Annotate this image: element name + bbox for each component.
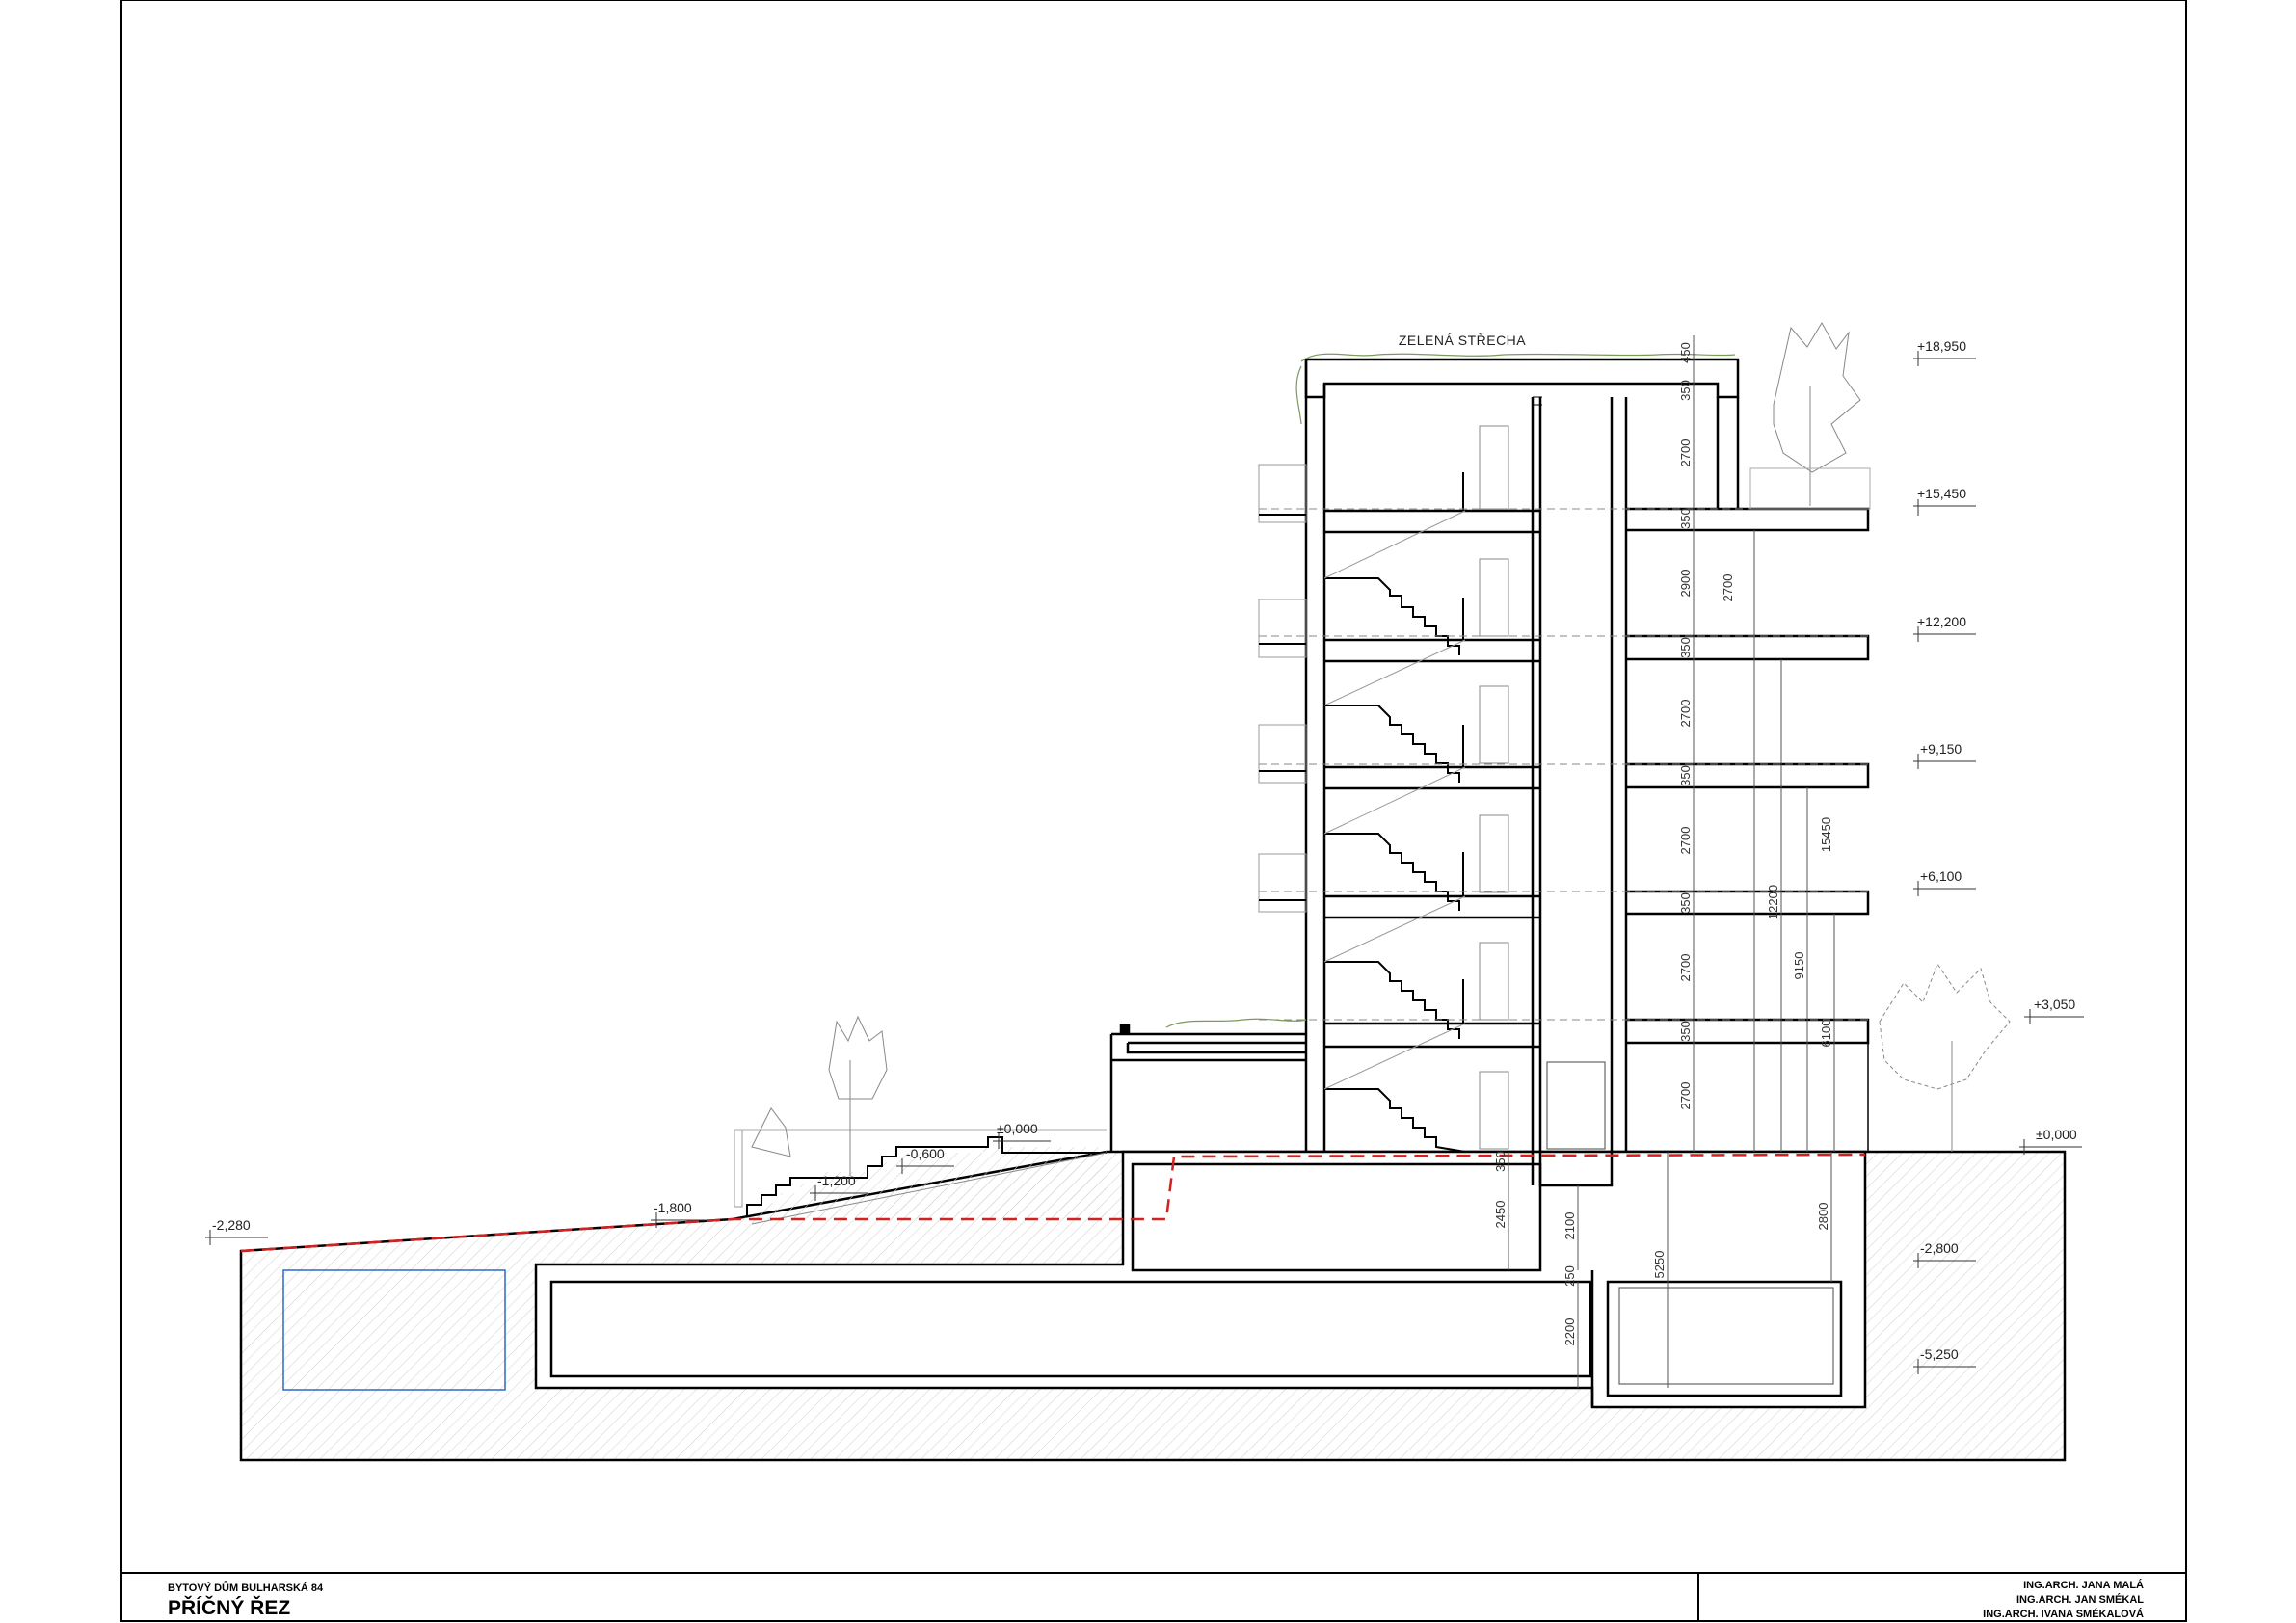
slab-9150 <box>1626 762 1870 789</box>
level-l6100: +6,100 <box>1920 868 1962 884</box>
dim-d20: 5250 <box>1652 1251 1667 1279</box>
tree-right <box>1879 962 2011 1152</box>
level-lm2800: -2,800 <box>1920 1240 1959 1256</box>
level-l3050: +3,050 <box>2034 997 2075 1012</box>
low-wing <box>1109 1032 1306 1152</box>
dim-d24: 9150 <box>1792 952 1806 980</box>
drawing-title: PŘÍČNÝ ŘEZ <box>168 1596 290 1619</box>
level-l0-left: ±0,000 <box>997 1121 1038 1136</box>
retaining-wall <box>734 1129 743 1208</box>
dim-d14: 2700 <box>1678 1082 1693 1110</box>
dim-d8: 2700 <box>1678 700 1693 728</box>
dim-d13: 350 <box>1678 1021 1693 1042</box>
slab-15450 <box>1626 507 1870 532</box>
level-l12200: +12,200 <box>1917 614 1966 629</box>
dim-d2: 350 <box>1678 380 1693 401</box>
low-roof-vegetation <box>1165 1018 1307 1028</box>
green-roof-vegetation <box>1295 353 1736 425</box>
roof-label: ZELENÁ STŘECHA <box>1399 333 1526 348</box>
dim-d23: 12200 <box>1766 885 1780 919</box>
dim-d17: 2100 <box>1562 1212 1577 1240</box>
balconies <box>1258 464 1307 913</box>
level-lm0600: -0,600 <box>906 1146 945 1161</box>
level-l18950: +18,950 <box>1917 338 1966 354</box>
level-lm1200: -1,200 <box>817 1173 856 1188</box>
author-3: ING.ARCH. IVANA SMÉKALOVÁ <box>1983 1608 2144 1620</box>
dim-d25: 6100 <box>1819 1020 1833 1048</box>
dashed-floor-lines <box>1259 508 1868 1021</box>
level-l0-right: ±0,000 <box>2036 1127 2077 1142</box>
dim-d10: 2700 <box>1678 827 1693 855</box>
dim-d9: 350 <box>1678 765 1693 786</box>
dim-d21: 2800 <box>1816 1203 1830 1231</box>
lift-door <box>1546 1061 1606 1150</box>
dim-d5: 2900 <box>1678 570 1693 598</box>
dim-d6: 2700 <box>1721 574 1735 602</box>
dim-d19: 2200 <box>1562 1318 1577 1346</box>
tree-left <box>751 1015 888 1176</box>
dim-d4: 350 <box>1678 508 1693 529</box>
section-drawing: ZELENÁ STŘECHA +18,950 +15,450 +12,200 +… <box>120 0 2187 1622</box>
level-l9150: +9,150 <box>1920 741 1962 757</box>
slab-6100 <box>1626 890 1870 916</box>
dim-d7: 350 <box>1678 637 1693 658</box>
level-lm2280: -2,280 <box>212 1217 251 1233</box>
level-lm5250: -5,250 <box>1920 1346 1959 1362</box>
dim-d15: 350 <box>1493 1151 1508 1172</box>
title-block: BYTOVÝ DŮM BULHARSKÁ 84 PŘÍČNÝ ŘEZ ING.A… <box>121 1572 2186 1621</box>
level-l15450: +15,450 <box>1917 486 1966 501</box>
author-2: ING.ARCH. JAN SMÉKAL <box>2016 1593 2144 1606</box>
author-1: ING.ARCH. JANA MALÁ <box>2023 1579 2144 1591</box>
project-name: BYTOVÝ DŮM BULHARSKÁ 84 <box>168 1581 324 1594</box>
roof-parapet <box>1304 358 1740 399</box>
level-lm1800: -1,800 <box>654 1200 692 1215</box>
dim-d12: 2700 <box>1678 954 1693 982</box>
slab-12200 <box>1626 634 1870 661</box>
tree-roof <box>1749 322 1871 510</box>
basement-outer <box>534 1150 1867 1409</box>
dim-d22: 15450 <box>1819 817 1833 852</box>
dim-d18: 250 <box>1562 1265 1577 1287</box>
dim-d3: 2700 <box>1678 439 1693 467</box>
dim-d1: 450 <box>1678 342 1693 363</box>
dim-d11: 350 <box>1678 892 1693 914</box>
dim-d16: 2450 <box>1493 1201 1508 1229</box>
